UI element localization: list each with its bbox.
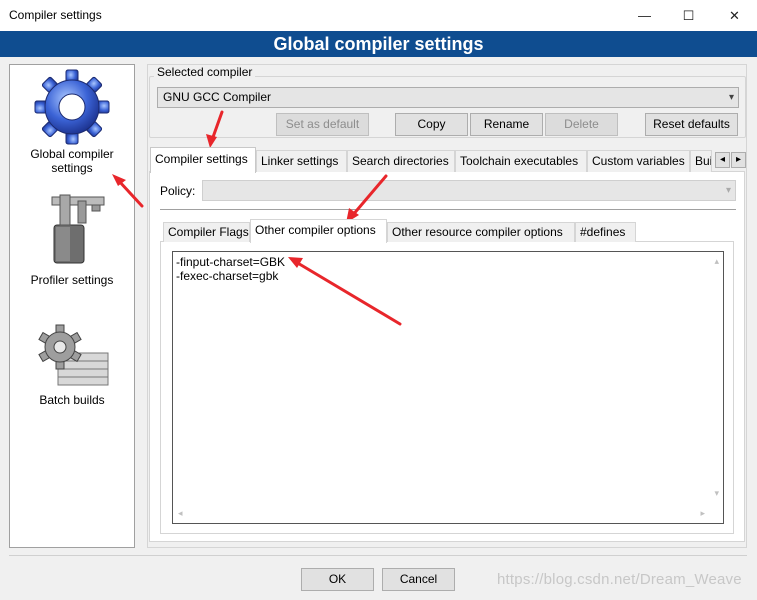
scroll-up-icon[interactable]: ▴ — [714, 256, 719, 267]
policy-separator — [160, 209, 736, 210]
watermark: https://blog.csdn.net/Dream_Weave — [497, 571, 742, 588]
set-as-default-button[interactable]: Set as default — [276, 113, 369, 136]
tab-defines[interactable]: #defines — [575, 222, 636, 242]
tab-build-options[interactable]: Bui — [690, 150, 712, 172]
tab-compiler-flags[interactable]: Compiler Flags — [163, 222, 250, 242]
chevron-left-icon: ◂ — [719, 154, 726, 165]
sidebar-item-label: settings — [51, 161, 93, 175]
sidebar-item-global-compiler[interactable]: Global compiler settings — [10, 67, 134, 175]
sidebar-item-label: Profiler settings — [30, 273, 114, 287]
scroll-right-icon[interactable]: ▸ — [700, 508, 705, 519]
tab-other-resource-compiler-options[interactable]: Other resource compiler options — [387, 222, 575, 242]
compiler-select-value: GNU GCC Compiler — [163, 90, 272, 104]
minimize-button[interactable]: — — [622, 0, 667, 31]
tab-search-directories[interactable]: Search directories — [347, 150, 455, 172]
copy-button[interactable]: Copy — [395, 113, 468, 136]
scroll-down-icon[interactable]: ▾ — [714, 488, 719, 499]
compiler-options-editor[interactable]: -finput-charset=GBK -fexec-charset=gbk ▴… — [172, 251, 724, 524]
policy-select[interactable]: ▾ — [202, 180, 736, 201]
tab-scroll-left-button[interactable]: ◂ — [715, 152, 730, 168]
tab-compiler-settings[interactable]: Compiler settings — [150, 147, 256, 173]
sidebar-item-label: Batch builds — [39, 393, 105, 407]
maximize-icon: ☐ — [682, 7, 695, 23]
tab-scroll-right-button[interactable]: ▸ — [731, 152, 746, 168]
gear-icon — [34, 69, 110, 145]
sidebar-item-label: Global compiler — [30, 147, 114, 161]
settings-category-list[interactable]: Global compiler settings Profiler settin… — [9, 64, 135, 548]
caliper-icon — [51, 194, 105, 264]
footer-separator — [9, 555, 747, 556]
scroll-left-icon[interactable]: ◂ — [178, 508, 183, 519]
close-icon: ✕ — [729, 7, 740, 23]
chevron-right-icon: ▸ — [735, 154, 742, 165]
compiler-select[interactable]: GNU GCC Compiler ▾ — [157, 87, 739, 108]
editor-line: -fexec-charset=gbk — [176, 269, 279, 283]
selected-compiler-label: Selected compiler — [154, 65, 256, 79]
chevron-down-icon: ▾ — [728, 92, 734, 103]
reset-defaults-button[interactable]: Reset defaults — [645, 113, 738, 136]
editor-line: -finput-charset=GBK — [176, 255, 286, 269]
tab-toolchain-executables[interactable]: Toolchain executables — [455, 150, 587, 172]
tab-custom-variables[interactable]: Custom variables — [587, 150, 690, 172]
chevron-down-icon: ▾ — [725, 185, 731, 196]
policy-label: Policy: — [160, 184, 196, 198]
title-bar: Compiler settings — ☐ ✕ — [0, 0, 757, 31]
sidebar-item-profiler[interactable]: Profiler settings — [10, 191, 134, 287]
close-button[interactable]: ✕ — [712, 0, 757, 31]
sidebar-item-batch-builds[interactable]: Batch builds — [10, 323, 134, 407]
tab-linker-settings[interactable]: Linker settings — [256, 150, 347, 172]
ok-button[interactable]: OK — [301, 568, 374, 591]
cancel-button[interactable]: Cancel — [382, 568, 455, 591]
tab-other-compiler-options[interactable]: Other compiler options — [250, 219, 387, 243]
delete-button[interactable]: Delete — [545, 113, 618, 136]
rename-button[interactable]: Rename — [470, 113, 543, 136]
window-title: Compiler settings — [9, 8, 102, 22]
minimize-icon: — — [638, 8, 651, 23]
maximize-button[interactable]: ☐ — [666, 0, 711, 31]
settings-banner: Global compiler settings — [0, 31, 757, 57]
gear-stack-icon — [38, 324, 109, 386]
